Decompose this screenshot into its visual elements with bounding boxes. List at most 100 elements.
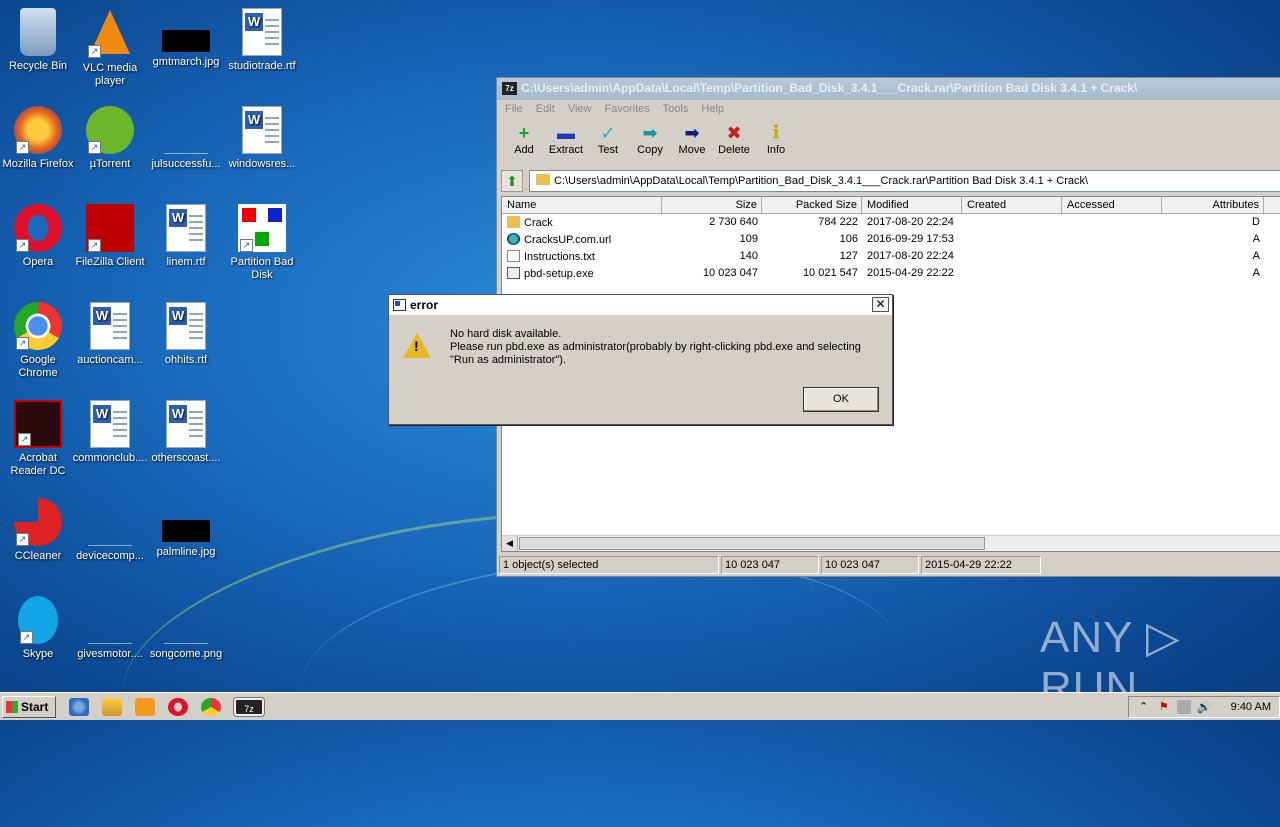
blank-file-icon [88,624,132,644]
explorer-icon[interactable] [102,697,122,716]
check-icon: ✓ [600,123,616,143]
copy-arrow-icon: ➡ [642,123,658,143]
word-document-icon [90,400,130,448]
blank-file-icon [88,526,132,546]
desktop-icon-givesmotor[interactable]: givesmotor.... [72,596,148,661]
dialog-titlebar[interactable]: error ✕ [389,295,892,316]
word-document-icon [242,106,282,154]
volume-icon[interactable]: 🔊 [1197,700,1212,714]
delete-button[interactable]: ✖ Delete [713,120,755,164]
start-button[interactable]: Start [2,695,56,718]
desktop-icon-opera[interactable]: ↗ Opera [0,204,76,269]
desktop-icon-windowsres[interactable]: windowsres... [224,106,300,171]
desktop-icon-gmtmarch[interactable]: gmtmarch.jpg [148,8,224,69]
column-packed-size[interactable]: Packed Size [762,197,862,213]
menu-view[interactable]: View [568,103,592,115]
word-document-icon [166,400,206,448]
desktop-icon-devicecomp[interactable]: devicecomp... [72,498,148,563]
desktop-icon-songcome[interactable]: songcome.png [148,596,224,661]
word-document-icon [166,302,206,350]
add-button[interactable]: + Add [503,120,545,164]
chevron-up-icon[interactable]: ⌃ [1137,700,1151,714]
7zip-app-icon: 7z [502,82,517,95]
opera-icon[interactable] [168,697,188,716]
horizontal-scrollbar[interactable]: ◀ [502,535,1280,551]
folder-icon [507,216,520,228]
table-row[interactable]: Crack 2 730 640 784 222 2017-08-20 22:24… [502,214,1280,231]
column-created[interactable]: Created [962,197,1062,213]
desktop-icon-julsuccessfu[interactable]: julsuccessfu... [148,106,224,171]
ok-button[interactable]: OK [803,387,879,412]
info-button[interactable]: i Info [755,120,797,164]
move-button[interactable]: ➡ Move [671,120,713,164]
clock[interactable]: 9:40 AM [1231,701,1271,713]
status-bar: 1 object(s) selected 10 023 047 10 023 0… [499,556,1280,574]
menu-tools[interactable]: Tools [663,103,689,115]
desktop-icon-studiotrade[interactable]: studiotrade.rtf [224,8,300,73]
desktop-icon-auctioncam[interactable]: auctioncam... [72,302,148,367]
utorrent-icon: ↗ [86,106,134,154]
shortcut-arrow-icon: ↗ [88,45,101,58]
window-title: C:\Users\admin\AppData\Local\Temp\Partit… [521,81,1138,95]
window-titlebar[interactable]: 7z C:\Users\admin\AppData\Local\Temp\Par… [497,78,1280,100]
menu-favorites[interactable]: Favorites [605,103,650,115]
up-folder-icon[interactable]: ⬆ [501,170,523,192]
acrobat-icon: ↗ [14,400,62,448]
copy-button[interactable]: ➡ Copy [629,120,671,164]
column-accessed[interactable]: Accessed [1062,197,1162,213]
menu-file[interactable]: File [505,103,523,115]
shortcut-arrow-icon: ↗ [18,433,31,446]
desktop-icon-otherscoast[interactable]: otherscoast.... [148,400,224,465]
column-attributes[interactable]: Attributes [1162,197,1264,213]
address-input[interactable]: C:\Users\admin\AppData\Local\Temp\Partit… [529,170,1280,192]
action-center-flag-icon[interactable]: ⚑ [1157,700,1171,714]
table-row[interactable]: pbd-setup.exe 10 023 047 10 021 547 2015… [502,265,1280,282]
chrome-icon[interactable] [201,697,221,716]
desktop-icon-filezilla[interactable]: ↗ FileZilla Client [72,204,148,269]
system-tray: ⌃ ⚑ 🔊 9:40 AM [1127,695,1280,718]
shortcut-arrow-icon: ↗ [16,141,29,154]
network-icon[interactable] [1176,699,1191,714]
media-player-icon[interactable] [135,697,155,716]
menu-edit[interactable]: Edit [536,103,555,115]
exe-file-icon [507,267,520,279]
desktop-icon-acrobat[interactable]: ↗ Acrobat Reader DC [0,400,76,478]
image-file-icon [162,30,210,52]
table-row[interactable]: CracksUP.com.url 109 106 2016-09-29 17:5… [502,231,1280,248]
desktop-icon-palmline[interactable]: palmline.jpg [148,498,224,559]
internet-explorer-icon[interactable] [69,697,89,716]
recycle-bin-icon [20,8,56,56]
shortcut-arrow-icon: ↗ [240,239,253,252]
menu-help[interactable]: Help [701,103,724,115]
scroll-thumb[interactable] [519,537,985,550]
scroll-left-icon[interactable]: ◀ [502,536,518,551]
shortcut-arrow-icon: ↗ [88,239,101,252]
table-row[interactable]: Instructions.txt 140 127 2017-08-20 22:2… [502,248,1280,265]
move-arrow-icon: ➡ [684,123,700,143]
column-name[interactable]: Name [502,197,662,213]
7zip-icon[interactable]: 7z [233,696,265,717]
extract-button[interactable]: ▬ Extract [545,120,587,164]
chrome-icon: ↗ [14,302,62,350]
desktop-icon-ohhits[interactable]: ohhits.rtf [148,302,224,367]
desktop-icon-recycle-bin[interactable]: Recycle Bin [0,8,76,73]
desktop-icon-chrome[interactable]: ↗ Google Chrome [0,302,76,380]
desktop-icon-ccleaner[interactable]: ↗ CCleaner [0,498,76,563]
status-packed: 10 023 047 [821,556,919,574]
desktop-icon-utorrent[interactable]: ↗ µTorrent [72,106,148,171]
desktop-icon-skype[interactable]: ↗ Skype [0,596,76,661]
desktop-icon-partition-bad-disk[interactable]: ↗ Partition Bad Disk [224,204,300,282]
opera-icon: ↗ [14,204,62,252]
desktop-icon-linem[interactable]: linem.rtf [148,204,224,269]
desktop-icon-vlc[interactable]: ↗ VLC media player [72,8,148,88]
minus-icon: ▬ [557,123,575,143]
test-button[interactable]: ✓ Test [587,120,629,164]
column-size[interactable]: Size [662,197,762,213]
column-modified[interactable]: Modified [862,197,962,213]
address-bar: ⬆ C:\Users\admin\AppData\Local\Temp\Part… [501,170,1280,192]
desktop-icon-commonclub[interactable]: commonclub.... [72,400,148,465]
close-icon[interactable]: ✕ [872,297,889,312]
dialog-message: No hard disk available. Please run pbd.e… [450,328,861,366]
desktop-icon-firefox[interactable]: ↗ Mozilla Firefox [0,106,76,171]
dialog-title: error [410,298,439,312]
